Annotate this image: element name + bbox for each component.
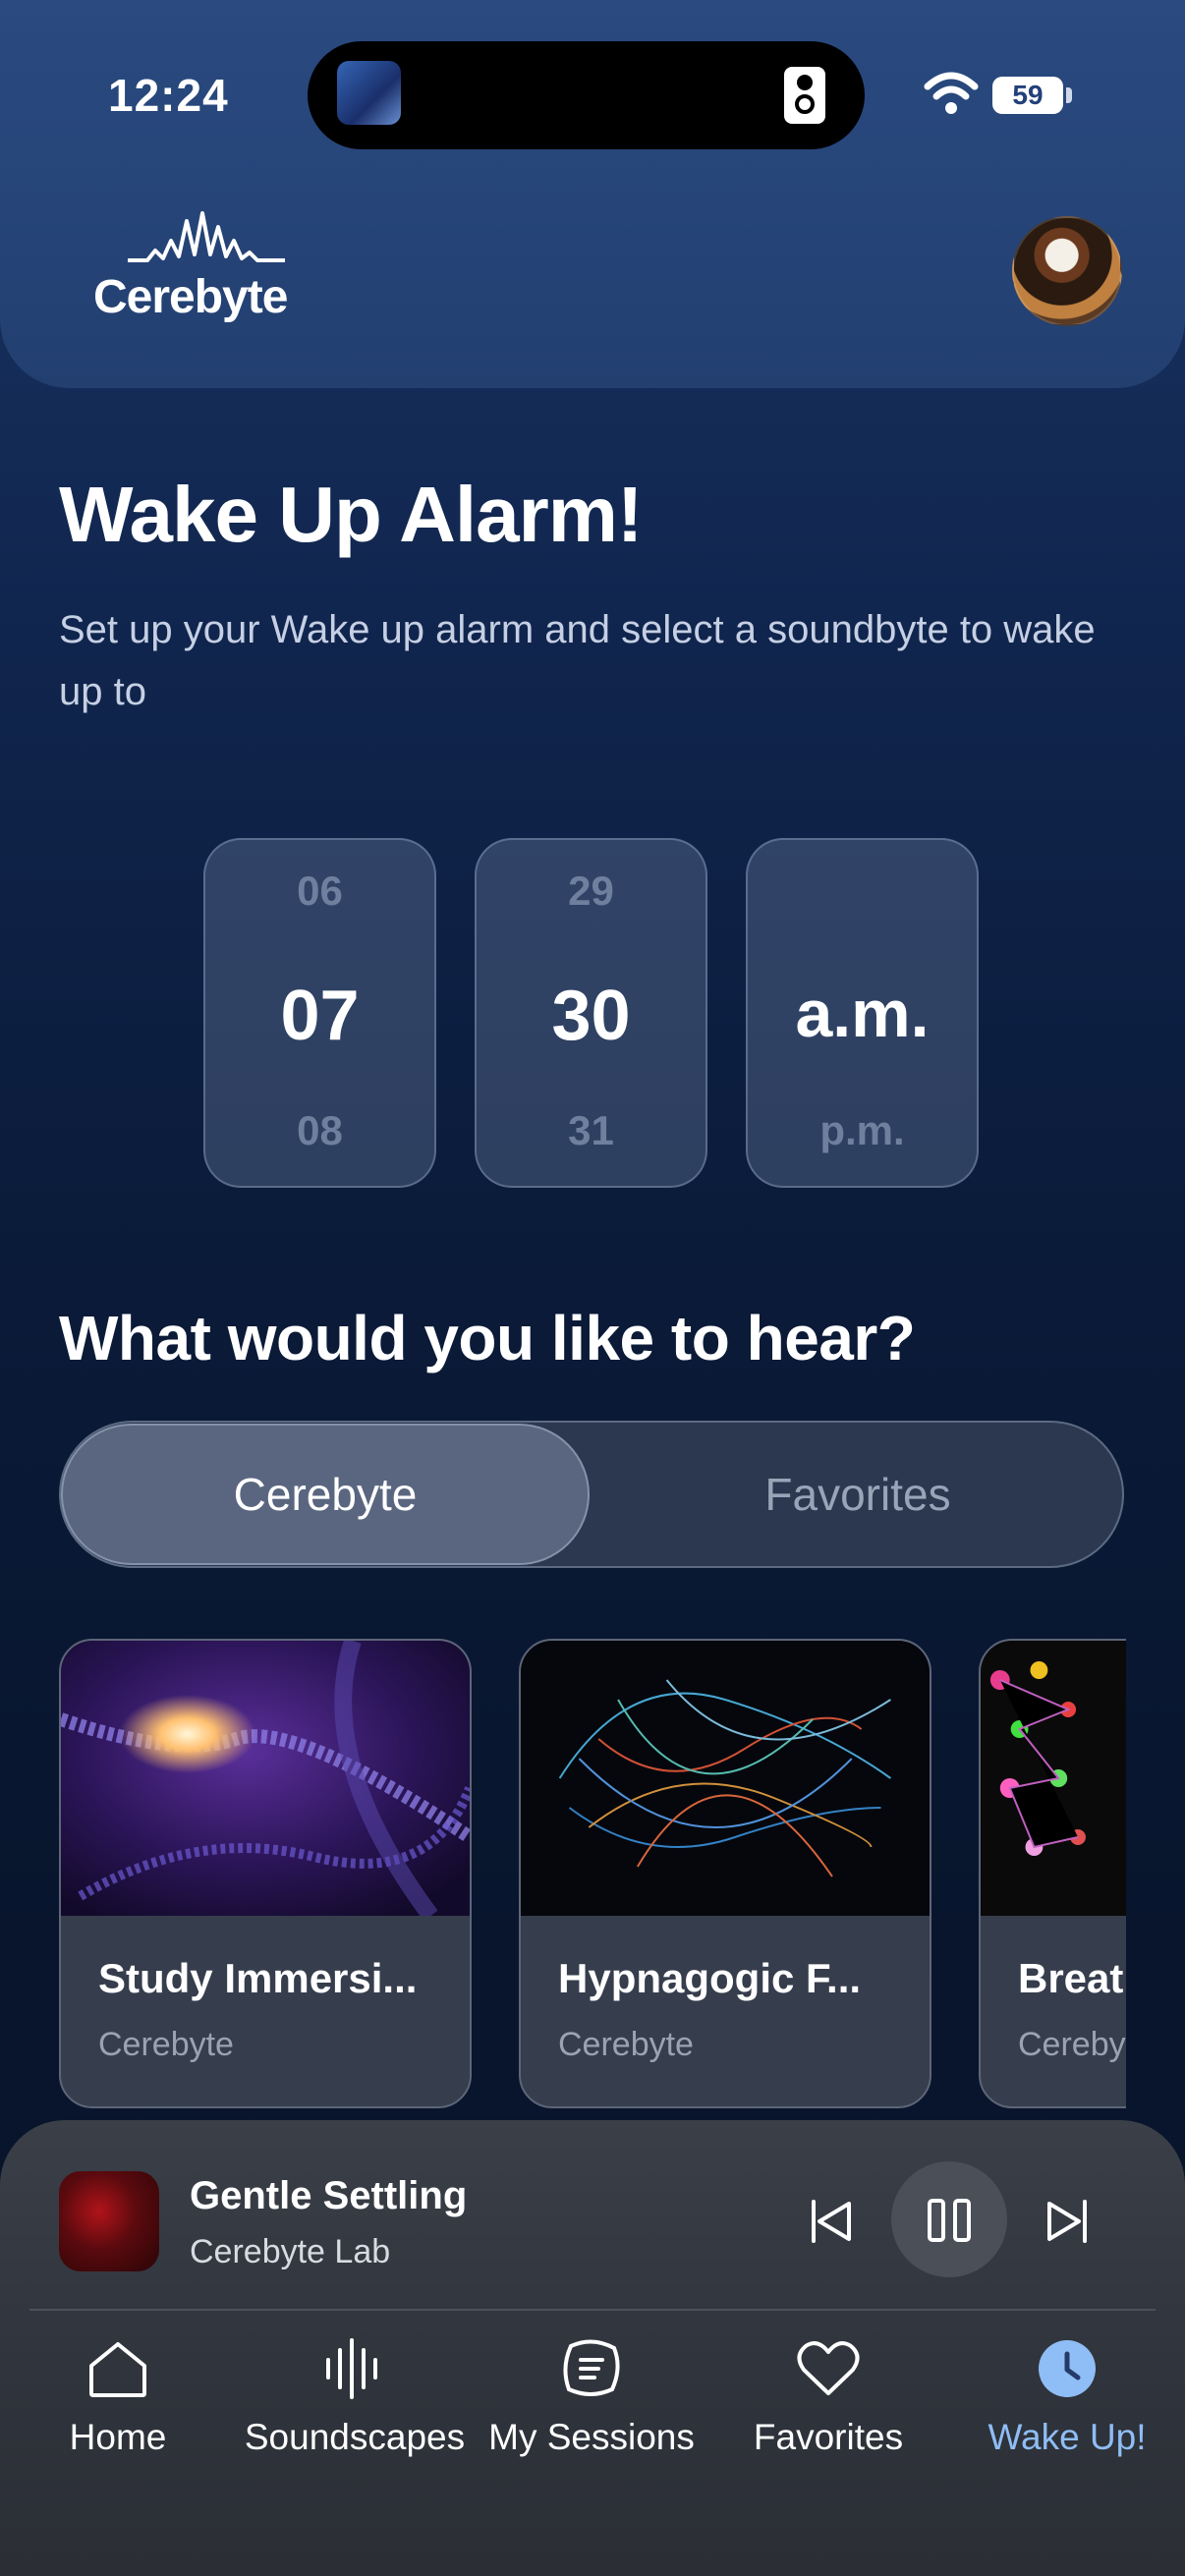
wifi-icon [924, 72, 979, 114]
nav-label: My Sessions [488, 2417, 695, 2457]
divider [29, 2309, 1156, 2311]
battery-indicator: 59 [992, 77, 1063, 114]
now-playing-thumbnail [337, 61, 401, 125]
minute-picker[interactable]: 29 30 31 [475, 838, 707, 1188]
period-current: a.m. [795, 977, 930, 1051]
hour-current: 07 [280, 977, 360, 1055]
now-playing-artwork[interactable] [59, 2171, 159, 2271]
section-heading: What would you like to hear? [59, 1303, 916, 1373]
hour-next: 08 [297, 1107, 343, 1153]
nav-label: Home [69, 2417, 167, 2457]
logo-text: Cerebyte [93, 271, 288, 323]
page-subtitle: Set up your Wake up alarm and select a s… [59, 608, 1096, 713]
minute-current: 30 [551, 977, 631, 1055]
previous-track-icon[interactable] [808, 2198, 855, 2245]
nav-label: Favorites [753, 2417, 904, 2457]
home-icon [89, 2342, 146, 2397]
card-subtitle: Cereby [1018, 2026, 1126, 2063]
card-title: Study Immersi... [98, 1955, 418, 2001]
page-title: Wake Up Alarm! [59, 471, 644, 558]
soundbyte-card[interactable]: Study Immersi... Cerebyte [59, 1639, 472, 2108]
period-next: p.m. [819, 1107, 905, 1153]
nav-label: Wake Up! [988, 2417, 1147, 2457]
sessions-icon [563, 2339, 620, 2396]
tab-cerebyte[interactable]: Cerebyte [61, 1424, 590, 1565]
period-picker[interactable]: a.m. p.m. [746, 838, 979, 1188]
pause-icon [928, 2199, 971, 2242]
soundbyte-carousel: Study Immersi... Cerebyte Hypnagogic F..… [59, 1639, 1126, 2110]
soundbyte-card[interactable]: Breat Cereby [979, 1639, 1126, 2108]
card-subtitle: Cerebyte [558, 2026, 694, 2063]
clock-icon [1039, 2340, 1096, 2397]
status-time: 12:24 [108, 70, 229, 121]
card-image-neuron [61, 1641, 470, 1916]
avatar[interactable] [1012, 216, 1122, 326]
speaker-icon [784, 67, 825, 124]
card-subtitle: Cerebyte [98, 2026, 234, 2063]
card-image-brain [521, 1641, 930, 1916]
minute-next: 31 [568, 1107, 614, 1153]
hour-prev: 06 [297, 868, 343, 914]
soundwave-icon [326, 2338, 377, 2399]
card-title: Breat [1018, 1955, 1124, 2001]
card-image-cells [981, 1641, 1126, 1916]
card-title: Hypnagogic F... [558, 1955, 862, 2001]
heart-icon [797, 2341, 860, 2395]
hour-picker[interactable]: 06 07 08 [203, 838, 436, 1188]
now-playing-artist: Cerebyte Lab [190, 2233, 391, 2270]
tab-favorites[interactable]: Favorites [593, 1424, 1122, 1565]
logo-waveform-icon [128, 211, 285, 262]
battery-cap [1066, 87, 1072, 103]
next-track-icon[interactable] [1044, 2198, 1091, 2245]
minute-prev: 29 [568, 868, 614, 914]
now-playing-title[interactable]: Gentle Settling [190, 2174, 467, 2218]
soundbyte-card[interactable]: Hypnagogic F... Cerebyte [519, 1639, 931, 2108]
nav-label: Soundscapes [244, 2417, 466, 2457]
